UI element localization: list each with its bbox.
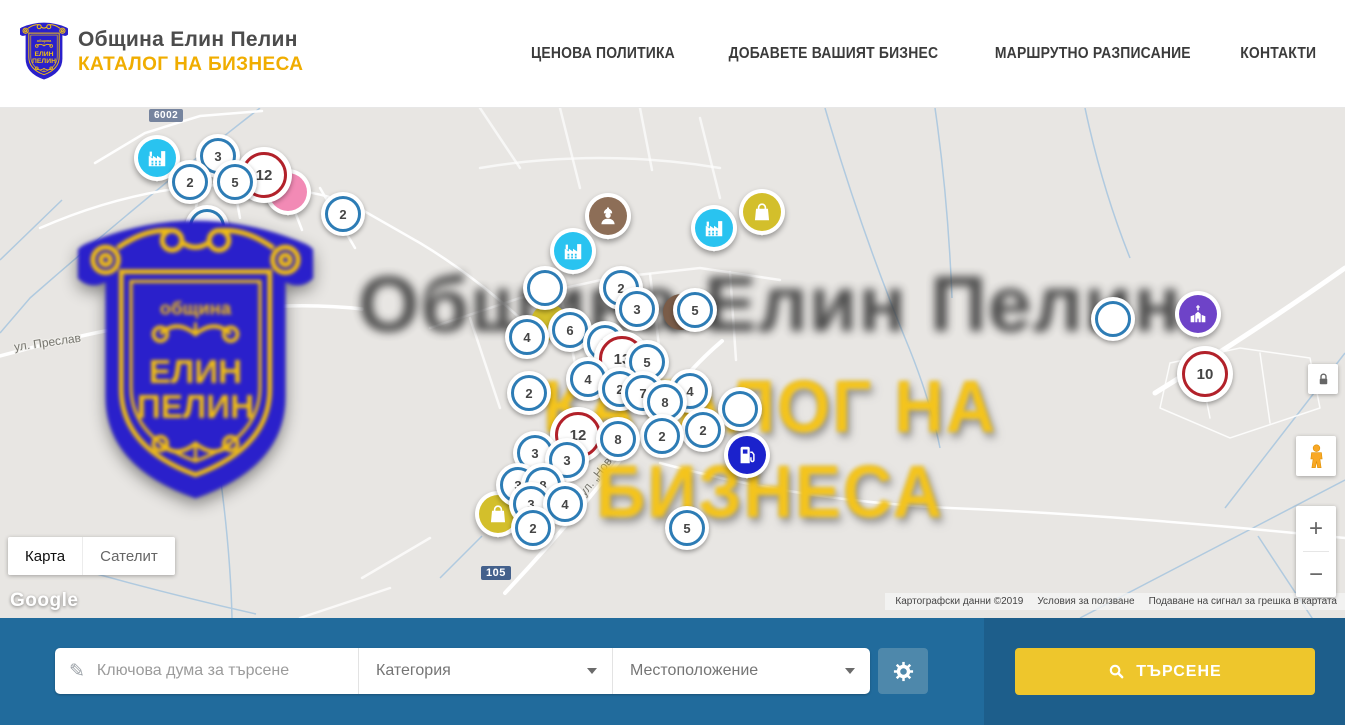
map-type-satellite-button[interactable]: Сателит [82, 537, 175, 575]
settings-button[interactable] [878, 648, 928, 694]
map-cluster-marker[interactable] [185, 205, 229, 249]
brand-text: Община Елин Пелин КАТАЛОГ НА БИЗНЕСА [78, 28, 303, 76]
pin-disc [550, 228, 596, 274]
worker-icon [597, 205, 619, 227]
markers-layer: 312252235647135104247282122833383425 [0, 108, 1345, 618]
map-cluster-marker[interactable] [1091, 297, 1135, 341]
map-cluster-marker[interactable]: 5 [673, 288, 717, 332]
search-icon [1108, 663, 1125, 680]
municipality-emblem-icon [20, 21, 68, 82]
header: Община Елин Пелин КАТАЛОГ НА БИЗНЕСА ЦЕН… [0, 0, 1345, 108]
chevron-down-icon [845, 668, 855, 674]
map-pin-fuel[interactable] [724, 432, 770, 478]
cluster-count: 2 [325, 196, 361, 232]
search-bar: ТЪРСЕНЕ ✎ Категория Местоположение [0, 618, 1345, 725]
google-logo[interactable]: Google [10, 590, 78, 612]
cluster-count: 4 [547, 486, 583, 522]
map-cluster-marker[interactable]: 5 [213, 160, 257, 204]
zoom-out-button[interactable]: − [1296, 552, 1336, 597]
map-cluster-marker[interactable]: 2 [511, 506, 555, 550]
location-select[interactable]: Местоположение [612, 648, 870, 694]
location-select-value: Местоположение [630, 662, 758, 680]
lock-button[interactable] [1308, 364, 1338, 394]
map-type-toggle: Карта Сателит [8, 537, 175, 575]
cluster-count: 5 [669, 510, 705, 546]
map-canvas[interactable]: 6002 105 ул. Преслав бул. „Новосел ции" … [0, 108, 1345, 618]
page: Община Елин Пелин КАТАЛОГ НА БИЗНЕСА ЦЕН… [0, 0, 1345, 725]
nav-item-bus-schedule[interactable]: МАРШРУТНО РАЗПИСАНИЕ [995, 45, 1191, 63]
map-cluster-marker[interactable]: 10 [1177, 346, 1233, 402]
keyword-input[interactable] [95, 661, 358, 681]
cluster-count: 4 [509, 319, 545, 355]
nav-item-pricing[interactable]: ЦЕНОВА ПОЛИТИКА [531, 45, 675, 63]
brand-title: Община Елин Пелин [78, 28, 303, 52]
cluster-count [722, 391, 758, 427]
pin-disc [1175, 291, 1221, 337]
pegman-icon [1303, 443, 1330, 470]
map-pin-bag[interactable] [739, 189, 785, 235]
map-cluster-marker[interactable]: 2 [321, 192, 365, 236]
search-fields: ✎ Категория Местоположение [55, 648, 870, 694]
fuel-pump-icon [736, 444, 758, 466]
map-pin-church[interactable] [1175, 291, 1221, 337]
category-select-value: Категория [376, 662, 451, 680]
map-cluster-marker[interactable]: 2 [507, 371, 551, 415]
search-bar-right-panel: ТЪРСЕНЕ [984, 618, 1345, 725]
attribution-copyright: Картографски данни ©2019 [895, 596, 1023, 607]
cluster-count: 5 [217, 164, 253, 200]
keyword-field-wrap: ✎ [55, 648, 358, 694]
pencil-icon: ✎ [69, 662, 85, 681]
nav-item-add-business[interactable]: ДОБАВЕТЕ ВАШИЯТ БИЗНЕС [729, 45, 939, 63]
factory-icon [562, 240, 584, 262]
cluster-count: 2 [644, 418, 680, 454]
pegman-button[interactable] [1296, 436, 1336, 476]
pin-disc [724, 432, 770, 478]
factory-icon [146, 147, 168, 169]
shopping-bag-icon [751, 201, 773, 223]
attribution-terms-link[interactable]: Условия за ползване [1037, 596, 1134, 607]
cluster-count: 2 [515, 510, 551, 546]
zoom-in-button[interactable]: + [1296, 506, 1336, 551]
attribution-report-link[interactable]: Подаване на сигнал за грешка в картата [1149, 596, 1337, 607]
shopping-bag-icon [487, 503, 509, 525]
nav-item-contacts[interactable]: КОНТАКТИ [1240, 45, 1316, 63]
church-icon [1187, 303, 1209, 325]
search-button[interactable]: ТЪРСЕНЕ [1015, 648, 1315, 695]
gear-icon [892, 660, 915, 683]
cluster-count: 3 [619, 291, 655, 327]
cluster-count: 2 [685, 412, 721, 448]
map-type-map-button[interactable]: Карта [8, 537, 82, 575]
cluster-count [189, 209, 225, 245]
cluster-count: 8 [600, 421, 636, 457]
search-button-label: ТЪРСЕНЕ [1136, 663, 1221, 681]
factory-icon [703, 217, 725, 239]
map-pin-factory[interactable] [691, 205, 737, 251]
cluster-count [1095, 301, 1131, 337]
zoom-control: + − [1296, 506, 1336, 597]
map-attribution: Картографски данни ©2019 Условия за полз… [885, 593, 1345, 610]
cluster-count: 2 [511, 375, 547, 411]
category-select[interactable]: Категория [358, 648, 612, 694]
map-cluster-marker[interactable]: 5 [665, 506, 709, 550]
pin-disc [691, 205, 737, 251]
map-cluster-marker[interactable]: 3 [615, 287, 659, 331]
chevron-down-icon [587, 668, 597, 674]
pin-disc [739, 189, 785, 235]
main-nav: ЦЕНОВА ПОЛИТИКА ДОБАВЕТЕ ВАШИЯТ БИЗНЕС М… [523, 0, 1320, 107]
cluster-count: 2 [172, 164, 208, 200]
map-cluster-marker[interactable] [718, 387, 762, 431]
cluster-count: 5 [677, 292, 713, 328]
map-cluster-marker[interactable]: 2 [168, 160, 212, 204]
cluster-count [527, 270, 563, 306]
cluster-count: 10 [1182, 351, 1228, 397]
map-cluster-marker[interactable]: 2 [681, 408, 725, 452]
map-pin-factory[interactable] [550, 228, 596, 274]
map-cluster-marker[interactable]: 4 [505, 315, 549, 359]
map-cluster-marker[interactable]: 2 [640, 414, 684, 458]
lock-icon [1316, 372, 1331, 387]
brand-subtitle: КАТАЛОГ НА БИЗНЕСА [78, 54, 303, 76]
brand-logo[interactable]: Община Елин Пелин КАТАЛОГ НА БИЗНЕСА [20, 21, 303, 82]
map-cluster-marker[interactable]: 8 [596, 417, 640, 461]
map-cluster-marker[interactable] [523, 266, 567, 310]
